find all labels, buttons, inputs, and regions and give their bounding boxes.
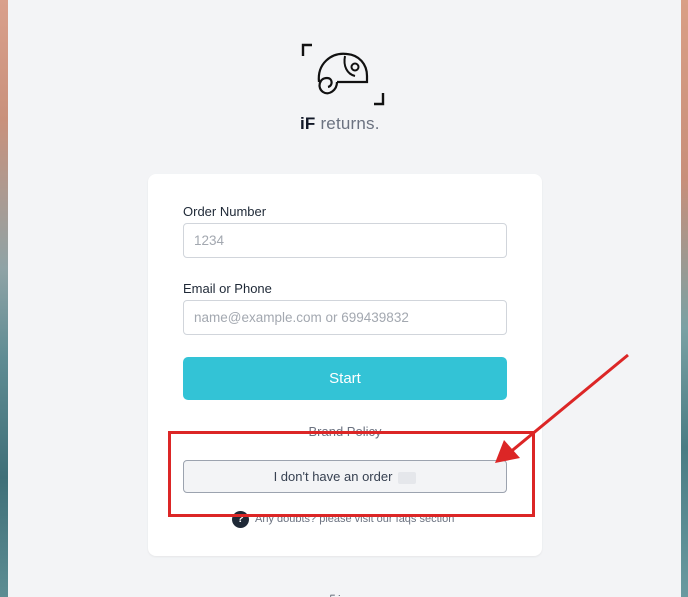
question-icon: ? [232, 510, 249, 528]
faq-hint[interactable]: ? Any doubts? please visit our faqs sect… [232, 510, 454, 528]
brand-prefix: iF [300, 114, 316, 133]
tag-icon [398, 471, 417, 484]
background-photo-right [681, 0, 688, 597]
start-button[interactable]: Start [183, 357, 507, 400]
brand-name: iF returns. [300, 114, 410, 134]
order-number-input[interactable] [183, 223, 507, 258]
email-phone-label: Email or Phone [183, 281, 272, 296]
background-photo-left [0, 0, 8, 597]
chameleon-logo-icon [301, 43, 385, 106]
brand-suffix: returns. [315, 114, 380, 133]
no-order-button[interactable]: I don't have an order [183, 460, 507, 493]
login-card: Order Number Email or Phone Start Brand … [148, 174, 542, 556]
brand-policy-link[interactable]: Brand Policy [148, 424, 542, 439]
order-number-label: Order Number [183, 204, 267, 219]
email-phone-input[interactable] [183, 300, 507, 335]
footer-logo-icon: ⌐ · [330, 590, 341, 597]
faq-text: Any doubts? please visit our faqs sectio… [255, 513, 455, 525]
no-order-label: I don't have an order [273, 469, 393, 484]
